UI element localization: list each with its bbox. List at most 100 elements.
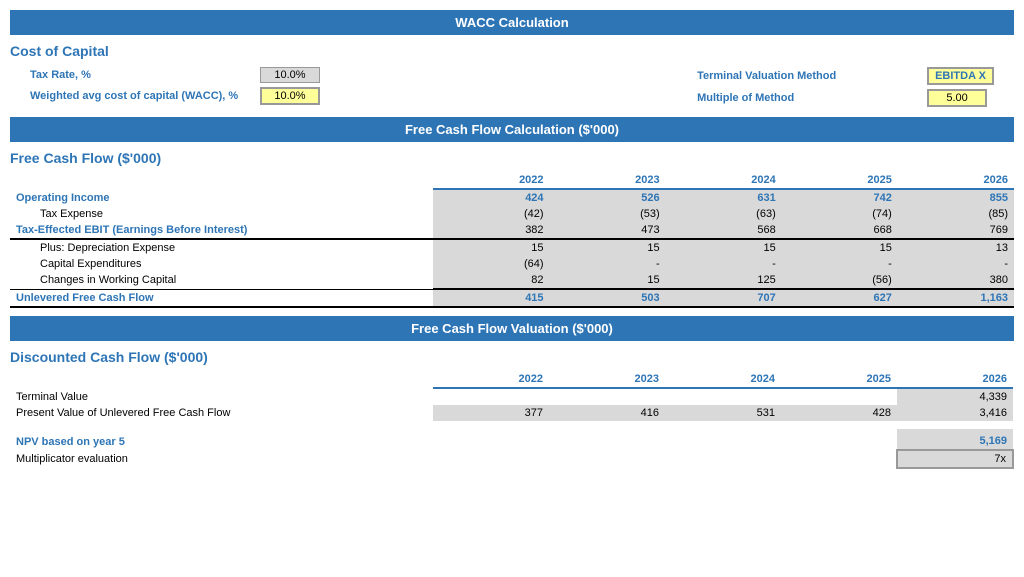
dcf-row-label: Present Value of Unlevered Free Cash Flo…: [10, 405, 433, 421]
fcf-year-2022: 2022: [433, 172, 549, 189]
fcf-cell: -: [898, 256, 1014, 272]
tax-rate-row: Tax Rate, % 10.0%: [30, 67, 320, 83]
fcf-row: Tax-Effected EBIT (Earnings Before Inter…: [10, 222, 1014, 239]
fcf-cell: 382: [433, 222, 549, 239]
wacc-row: Weighted avg cost of capital (WACC), % 1…: [30, 87, 320, 105]
dcf-cell: [549, 429, 665, 450]
fcf-row: Plus: Depreciation Expense1515151513: [10, 239, 1014, 256]
fcf-year-2026: 2026: [898, 172, 1014, 189]
dcf-row-label: Terminal Value: [10, 388, 433, 405]
dcf-cell: 7x: [897, 450, 1013, 468]
dcf-row: Terminal Value 4,339: [10, 388, 1013, 405]
dcf-year-2023: 2023: [549, 371, 665, 388]
dcf-cell: 531: [665, 405, 781, 421]
fcf-cell: -: [666, 256, 782, 272]
dcf-row-label: [10, 421, 433, 429]
fcf-cell: 15: [550, 239, 666, 256]
fcf-section: Free Cash Flow ($'000) 20222023202420252…: [10, 150, 1014, 308]
fcf-cell: 707: [666, 289, 782, 307]
fcf-year-2024: 2024: [666, 172, 782, 189]
dcf-cell: 377: [433, 405, 549, 421]
terminal-valuation-label: Terminal Valuation Method: [697, 70, 917, 82]
dcf-row-label: Multiplicator evaluation: [10, 450, 433, 468]
dcf-label-header: [10, 371, 433, 388]
dcf-cell: [665, 421, 781, 429]
valuation-header: Free Cash Flow Valuation ($'000): [10, 316, 1014, 341]
wacc-value[interactable]: 10.0%: [260, 87, 320, 105]
fcf-row: Capital Expenditures(64)----: [10, 256, 1014, 272]
dcf-year-2022: 2022: [433, 371, 549, 388]
dcf-cell: [665, 450, 781, 468]
fcf-title: Free Cash Flow ($'000): [10, 150, 1014, 166]
dcf-cell: [781, 450, 897, 468]
fcf-row-label: Tax-Effected EBIT (Earnings Before Inter…: [10, 222, 433, 239]
fcf-cell: 668: [782, 222, 898, 239]
fcf-cell: 769: [898, 222, 1014, 239]
dcf-cell: [549, 388, 665, 405]
dcf-cell: [433, 450, 549, 468]
fcf-cell: -: [550, 256, 666, 272]
fcf-cell: 568: [666, 222, 782, 239]
fcf-label-header: [10, 172, 433, 189]
fcf-cell: (42): [433, 206, 549, 222]
fcf-year-2023: 2023: [550, 172, 666, 189]
dcf-year-2025: 2025: [781, 371, 897, 388]
fcf-row-label: Capital Expenditures: [10, 256, 433, 272]
fcf-row-label: Plus: Depreciation Expense: [10, 239, 433, 256]
fcf-row: Operating Income424526631742855: [10, 189, 1014, 206]
fcf-cell: 473: [550, 222, 666, 239]
fcf-table: 20222023202420252026Operating Income4245…: [10, 172, 1014, 308]
fcf-header: Free Cash Flow Calculation ($'000): [10, 117, 1014, 142]
fcf-year-2025: 2025: [782, 172, 898, 189]
dcf-row: [10, 421, 1013, 429]
fcf-cell: 1,163: [898, 289, 1014, 307]
dcf-row-label: NPV based on year 5: [10, 429, 433, 450]
fcf-cell: 380: [898, 272, 1014, 289]
fcf-year-header-row: 20222023202420252026: [10, 172, 1014, 189]
dcf-row: Multiplicator evaluation 7x: [10, 450, 1013, 468]
fcf-cell: (53): [550, 206, 666, 222]
tax-rate-value[interactable]: 10.0%: [260, 67, 320, 83]
dcf-cell: 4,339: [897, 388, 1013, 405]
cost-inputs: Tax Rate, % 10.0% Weighted avg cost of c…: [10, 65, 1014, 109]
fcf-cell: -: [782, 256, 898, 272]
fcf-cell: 627: [782, 289, 898, 307]
fcf-row-label: Unlevered Free Cash Flow: [10, 289, 433, 307]
fcf-cell: 82: [433, 272, 549, 289]
fcf-cell: (85): [898, 206, 1014, 222]
dcf-cell: [433, 429, 549, 450]
fcf-cell: 424: [433, 189, 549, 206]
terminal-valuation-row: Terminal Valuation Method EBITDA X: [697, 67, 994, 85]
fcf-cell: 855: [898, 189, 1014, 206]
fcf-row-label: Tax Expense: [10, 206, 433, 222]
dcf-cell: 5,169: [897, 429, 1013, 450]
terminal-valuation-value[interactable]: EBITDA X: [927, 67, 994, 85]
fcf-cell: 15: [782, 239, 898, 256]
fcf-row-label: Operating Income: [10, 189, 433, 206]
dcf-section: Discounted Cash Flow ($'000) 20222023202…: [10, 349, 1014, 469]
cost-of-capital-section: Cost of Capital Tax Rate, % 10.0% Weight…: [10, 43, 1014, 109]
dcf-cell: 3,416: [897, 405, 1013, 421]
dcf-title: Discounted Cash Flow ($'000): [10, 349, 1014, 365]
cost-right: Terminal Valuation Method EBITDA X Multi…: [697, 67, 994, 107]
dcf-row: Present Value of Unlevered Free Cash Flo…: [10, 405, 1013, 421]
multiple-row: Multiple of Method 5.00: [697, 89, 994, 107]
fcf-row-label: Changes in Working Capital: [10, 272, 433, 289]
dcf-cell: [781, 429, 897, 450]
dcf-row: NPV based on year 5 5,169: [10, 429, 1013, 450]
multiple-value[interactable]: 5.00: [927, 89, 987, 107]
fcf-row: Tax Expense(42)(53)(63)(74)(85): [10, 206, 1014, 222]
fcf-cell: 13: [898, 239, 1014, 256]
fcf-cell: 15: [550, 272, 666, 289]
dcf-cell: [433, 388, 549, 405]
multiple-label: Multiple of Method: [697, 92, 917, 104]
fcf-cell: 631: [666, 189, 782, 206]
dcf-cell: 416: [549, 405, 665, 421]
dcf-year-header-row: 20222023202420252026: [10, 371, 1013, 388]
fcf-cell: 15: [433, 239, 549, 256]
tax-rate-label: Tax Rate, %: [30, 69, 250, 81]
fcf-cell: 742: [782, 189, 898, 206]
dcf-cell: [897, 421, 1013, 429]
fcf-row: Unlevered Free Cash Flow4155037076271,16…: [10, 289, 1014, 307]
wacc-header: WACC Calculation: [10, 10, 1014, 35]
